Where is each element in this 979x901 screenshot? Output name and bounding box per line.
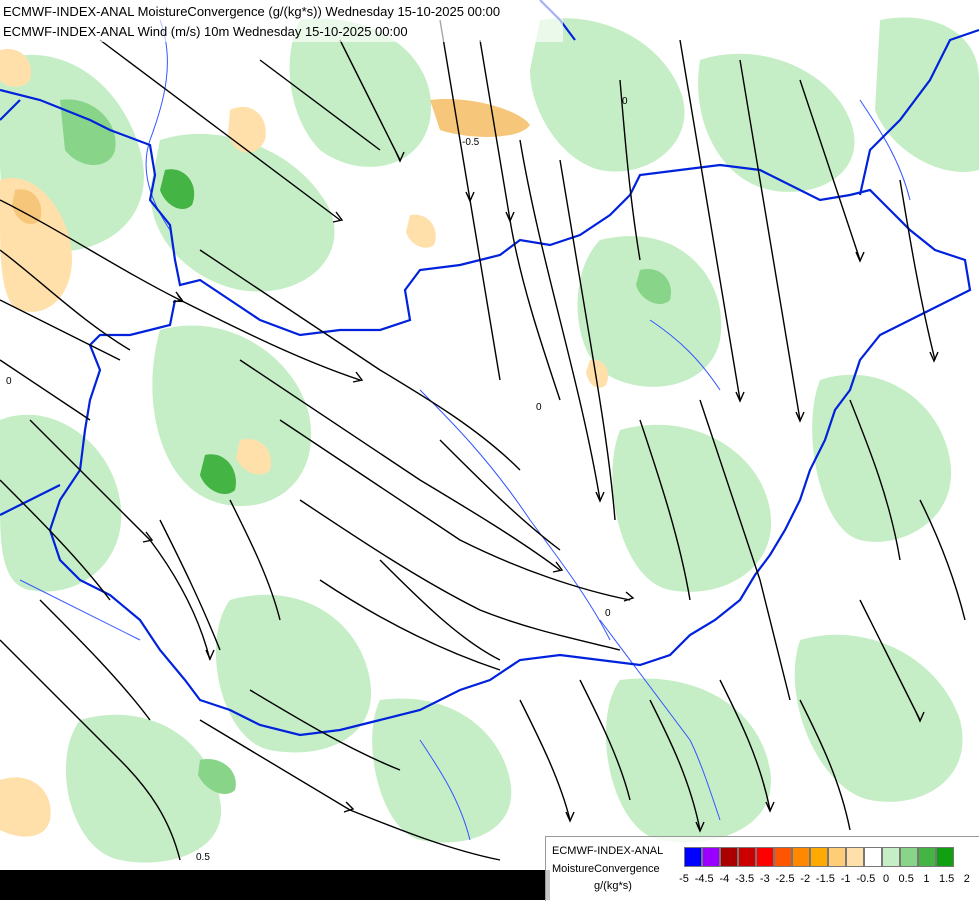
legend-swatch xyxy=(900,847,918,867)
contour-label: 0 xyxy=(622,96,628,107)
legend-variable: MoistureConvergence xyxy=(552,863,660,875)
color-legend: ECMWF-INDEX-ANAL MoistureConvergence g/(… xyxy=(545,836,979,901)
bottom-black-bar xyxy=(0,870,550,900)
legend-tick-label: -1.5 xyxy=(815,873,835,885)
legend-swatch xyxy=(864,847,882,867)
legend-tick-label: -4.5 xyxy=(694,873,714,885)
weather-map: -0.5 0 0.5 0 0 0 xyxy=(0,0,979,900)
legend-swatch xyxy=(738,847,756,867)
legend-tick-label: 1 xyxy=(923,873,930,885)
map-title-box: ECMWF-INDEX-ANAL MoistureConvergence (g/… xyxy=(0,0,563,42)
legend-model: ECMWF-INDEX-ANAL xyxy=(552,845,664,857)
map-title-wind: ECMWF-INDEX-ANAL Wind (m/s) 10m Wednesda… xyxy=(3,24,408,39)
contour-label: 0 xyxy=(536,402,542,413)
legend-swatch xyxy=(918,847,936,867)
legend-units: g/(kg*s) xyxy=(594,880,632,892)
legend-tick-label: 0.5 xyxy=(898,873,914,885)
legend-tick-label: -2 xyxy=(800,873,811,885)
legend-swatch xyxy=(702,847,720,867)
legend-swatch xyxy=(828,847,846,867)
legend-swatch xyxy=(936,847,954,867)
legend-swatches xyxy=(684,847,954,867)
legend-tick-label: -5 xyxy=(679,873,689,885)
legend-swatch xyxy=(846,847,864,867)
legend-swatch xyxy=(774,847,792,867)
legend-swatch xyxy=(882,847,900,867)
legend-tick-label: -0.5 xyxy=(856,873,876,885)
contour-label: 0 xyxy=(605,608,611,619)
legend-tick-label: -3 xyxy=(759,873,770,885)
legend-tick-label: -3.5 xyxy=(735,873,755,885)
legend-tick-label: -4 xyxy=(719,873,730,885)
legend-tick-label: -1 xyxy=(840,873,851,885)
legend-swatch xyxy=(684,847,702,867)
legend-tick-label: 0 xyxy=(882,873,890,885)
legend-swatch xyxy=(792,847,810,867)
legend-swatch xyxy=(810,847,828,867)
legend-swatch xyxy=(756,847,774,867)
map-title-moisture: ECMWF-INDEX-ANAL MoistureConvergence (g/… xyxy=(3,4,501,19)
contour-label: 0 xyxy=(6,376,12,387)
legend-swatch xyxy=(720,847,738,867)
legend-tick-label: 1.5 xyxy=(938,873,955,885)
contour-label: 0.5 xyxy=(196,852,210,863)
legend-tick-label: 2 xyxy=(963,873,970,885)
legend-tick-label: -2.5 xyxy=(775,873,795,885)
contour-label: -0.5 xyxy=(462,137,480,148)
